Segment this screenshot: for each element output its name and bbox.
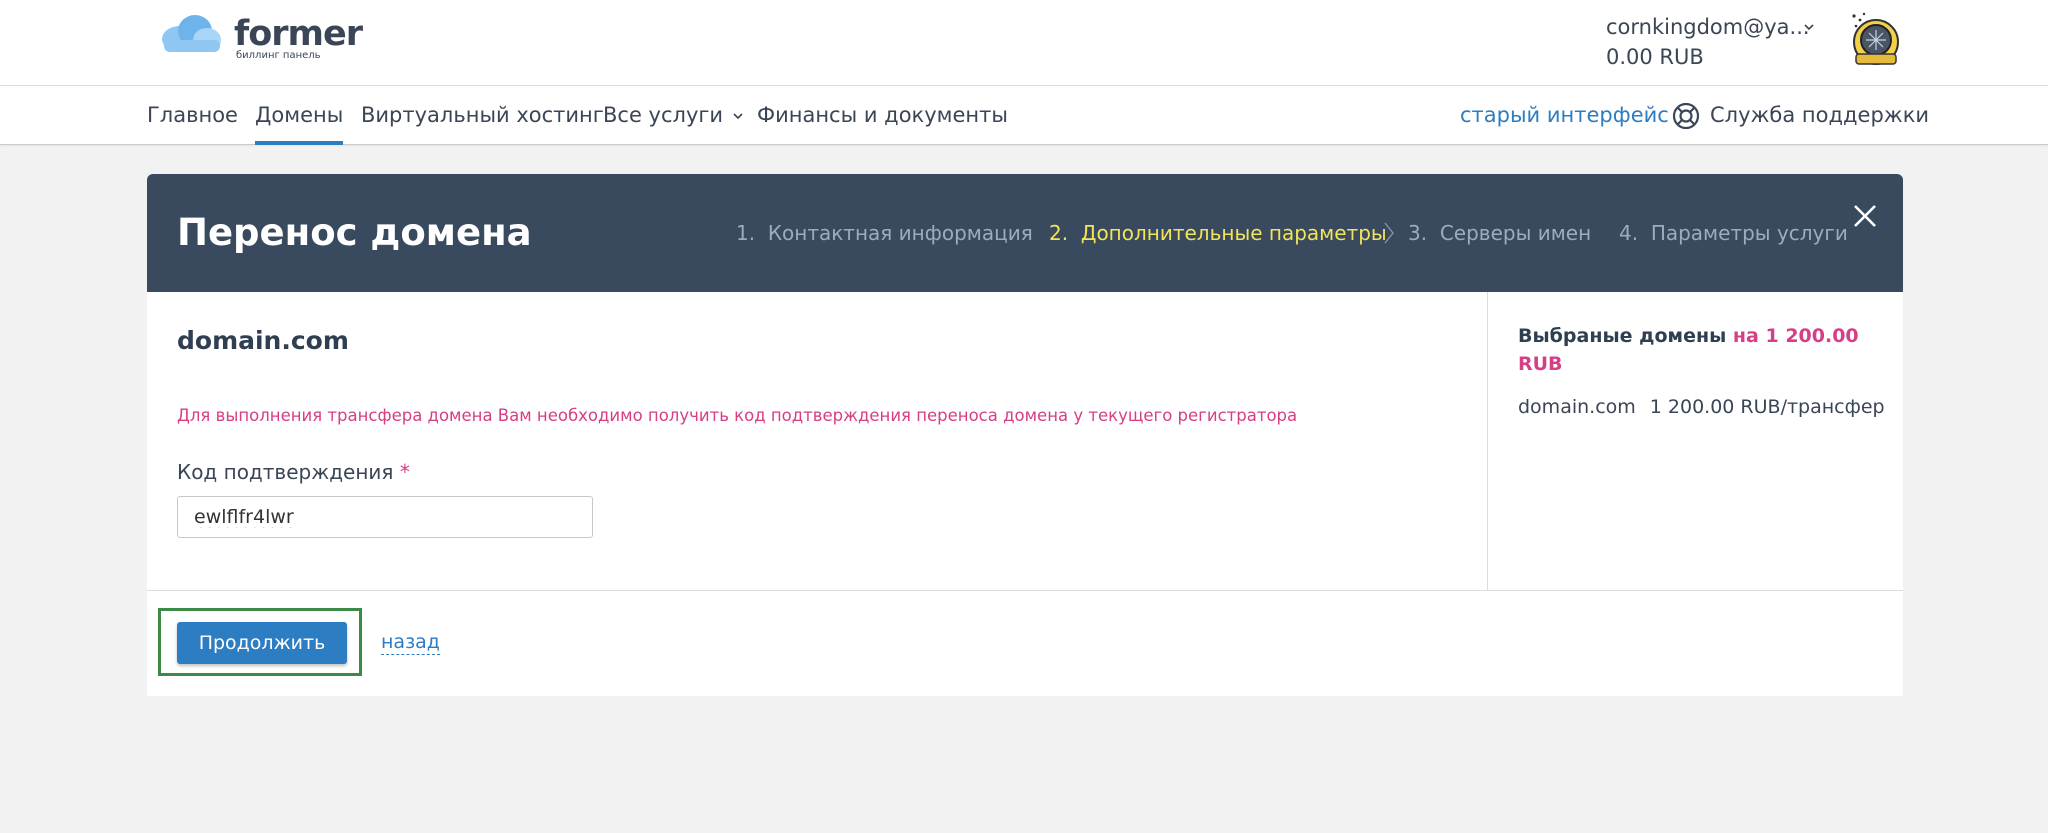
nav-item-domains[interactable]: Домены (255, 86, 344, 145)
code-label-text: Код подтверждения (177, 460, 394, 484)
summary-price: 1 200.00 RUB/трансфер (1649, 396, 1885, 418)
account-email[interactable]: cornkingdom@ya... (1606, 14, 1826, 40)
panel-header: Перенос домена 1. Контактная информация … (147, 174, 1903, 292)
panel-body: domain.com Для выполнения трансфера доме… (147, 292, 1903, 696)
old-interface-link[interactable]: старый интерфейс (1460, 86, 1669, 144)
step-3-num: 3. (1408, 221, 1428, 245)
summary-domain: domain.com (1518, 396, 1636, 418)
step-2-num: 2. (1049, 221, 1069, 245)
summary-title: Выбраные домены на 1 200.00 RUB (1518, 322, 1888, 378)
nav-item-finance[interactable]: Финансы и документы (757, 86, 1008, 144)
auth-code-input[interactable] (177, 496, 593, 538)
selected-domains-summary: Выбраные домены на 1 200.00 RUB domain.c… (1488, 292, 1903, 590)
chevron-down-icon (733, 113, 743, 120)
domain-title: domain.com (177, 326, 349, 355)
back-link[interactable]: назад (381, 630, 440, 655)
lifebuoy-icon (1672, 102, 1700, 130)
continue-button[interactable]: Продолжить (177, 622, 347, 664)
page-title: Перенос домена (177, 211, 532, 254)
avatar-icon[interactable] (1846, 10, 1906, 70)
account-menu[interactable]: cornkingdom@ya... 0.00 RUB (1606, 14, 1826, 70)
transfer-notice: Для выполнения трансфера домена Вам необ… (177, 406, 1298, 425)
logo-name: former (234, 14, 363, 54)
nav-item-all-services[interactable]: Все услуги (603, 86, 745, 144)
support-link[interactable]: Служба поддержки (1672, 86, 1929, 144)
step-1-num: 1. (736, 221, 756, 245)
summary-row: domain.com 1 200.00 RUB/трансфер (1518, 396, 1885, 418)
step-2-label: Дополнительные параметры (1080, 221, 1387, 245)
step-1-label: Контактная информация (767, 221, 1033, 245)
step-separator-icon (1384, 222, 1394, 244)
code-field-label: Код подтверждения * (177, 460, 410, 484)
domain-transfer-panel: Перенос домена 1. Контактная информация … (147, 174, 1903, 696)
step-3[interactable]: 3. Серверы имен (1408, 174, 1591, 292)
step-4[interactable]: 4. Параметры услуги (1619, 174, 1848, 292)
required-mark: * (399, 460, 410, 484)
logo-subtitle: биллинг панель (236, 50, 321, 61)
step-2[interactable]: 2. Дополнительные параметры (1049, 174, 1387, 292)
transfer-form: domain.com Для выполнения трансфера доме… (147, 292, 1488, 590)
nav-item-main[interactable]: Главное (147, 86, 238, 144)
close-icon[interactable] (1851, 202, 1879, 230)
step-4-label: Параметры услуги (1650, 221, 1848, 245)
chevron-down-icon[interactable] (1802, 20, 1816, 34)
step-3-label: Серверы имен (1439, 221, 1592, 245)
cloud-logo-icon (162, 15, 221, 52)
divider (147, 590, 1903, 591)
main-nav: Главное Домены Виртуальный хостинг Все у… (0, 86, 2048, 145)
logo[interactable]: former биллинг панель (160, 14, 363, 64)
support-label: Служба поддержки (1710, 103, 1930, 127)
nav-item-all-services-label: Все услуги (603, 103, 724, 127)
account-balance: 0.00 RUB (1606, 45, 1704, 69)
nav-item-hosting[interactable]: Виртуальный хостинг (361, 86, 604, 144)
summary-title-text: Выбраные домены (1518, 325, 1727, 347)
top-header: former биллинг панель cornkingdom@ya... … (0, 0, 2048, 86)
step-4-num: 4. (1619, 221, 1639, 245)
step-1[interactable]: 1. Контактная информация (736, 174, 1033, 292)
